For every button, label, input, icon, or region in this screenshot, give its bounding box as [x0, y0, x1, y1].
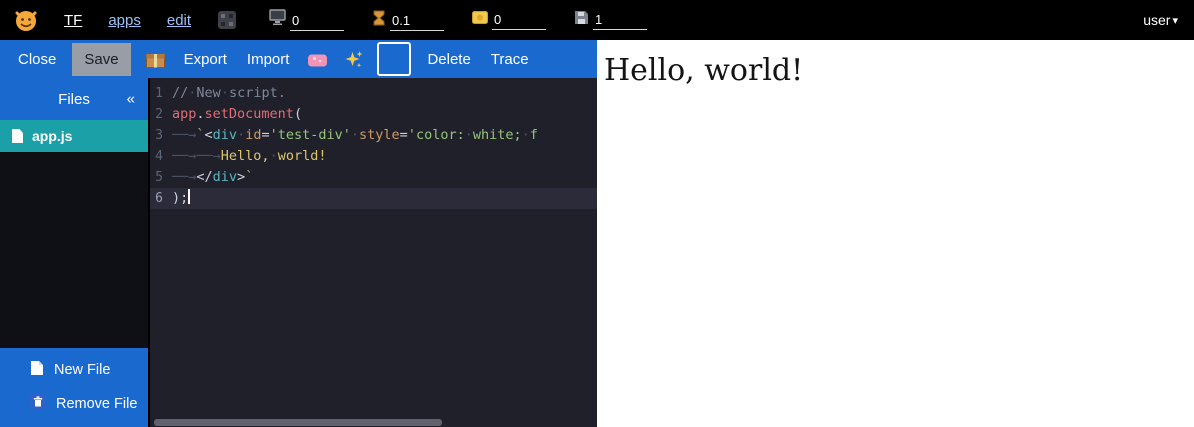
code-line[interactable]: 1//·New·script. — [150, 83, 597, 104]
output-text: Hello, world! — [597, 40, 1194, 88]
code-line[interactable]: 4──→──→Hello,·world! — [150, 146, 597, 167]
remove-file-button[interactable]: Remove File — [0, 387, 148, 421]
line-number: 3 — [150, 125, 172, 146]
code-line-text: ──→──→Hello,·world! — [172, 146, 597, 167]
caret-down-icon: ▾ — [1172, 14, 1178, 27]
topbar: TF apps edit 0 — [0, 0, 1194, 40]
files-header: Files « — [0, 78, 148, 120]
status-indicators: 0 0.1 0 — [269, 9, 647, 31]
new-file-button[interactable]: New File — [0, 353, 148, 387]
editor-pane: Close Save Export Import — [0, 40, 597, 427]
sidebar-body — [0, 152, 148, 348]
editor-lines: 1//·New·script.2app.setDocument(3──→`<di… — [150, 83, 597, 209]
code-line-text: ──→</div>` — [172, 167, 597, 188]
package-icon[interactable] — [143, 48, 168, 71]
soap-icon[interactable] — [305, 49, 330, 70]
line-number: 6 — [150, 188, 172, 209]
nav-link-apps[interactable]: apps — [108, 12, 141, 29]
code-line[interactable]: 5──→</div>` — [150, 167, 597, 188]
hourglass-icon — [372, 10, 386, 31]
line-number: 5 — [150, 167, 172, 188]
export-button[interactable]: Export — [180, 49, 231, 70]
remove-file-label: Remove File — [56, 396, 137, 412]
nav-link-edit[interactable]: edit — [167, 12, 191, 29]
delete-button[interactable]: Delete — [423, 49, 474, 70]
app-root: TF apps edit 0 — [0, 0, 1194, 427]
file-name: app.js — [32, 128, 72, 144]
save-button[interactable]: Save — [72, 43, 130, 76]
monitor-value-field[interactable]: 0 — [290, 14, 344, 31]
indicator-monitor: 0 — [269, 9, 344, 31]
new-file-label: New File — [54, 362, 110, 378]
line-number: 1 — [150, 83, 172, 104]
collapse-sidebar-button[interactable]: « — [127, 91, 135, 108]
user-menu[interactable]: user ▾ — [1143, 12, 1178, 28]
control-panel-icon[interactable] — [217, 10, 237, 30]
code-line-text: app.setDocument( — [172, 104, 597, 125]
empty-box-button[interactable] — [377, 42, 411, 76]
nav-link-tf[interactable]: TF — [64, 12, 82, 29]
scrollbar-thumb[interactable] — [154, 419, 442, 426]
money-icon — [472, 10, 488, 30]
new-file-icon — [30, 360, 44, 380]
file-item[interactable]: app.js — [0, 120, 148, 152]
code-editor[interactable]: 1//·New·script.2app.setDocument(3──→`<di… — [150, 78, 597, 427]
file-list: app.js — [0, 120, 148, 152]
money-value-field[interactable]: 0 — [492, 13, 546, 30]
code-line-text: ──→`<div·id='test-div'·style='color:·whi… — [172, 125, 597, 146]
editor-main: Files « app.js N — [0, 78, 597, 427]
trace-button[interactable]: Trace — [487, 49, 533, 70]
file-icon — [12, 129, 23, 143]
saves-value-field[interactable]: 1 — [593, 13, 647, 30]
line-number: 2 — [150, 104, 172, 125]
code-line[interactable]: 6); — [150, 188, 597, 209]
files-header-label: Files — [58, 91, 90, 108]
user-menu-label: user — [1143, 12, 1170, 28]
sparkles-icon[interactable] — [342, 48, 365, 71]
editor-toolbar: Close Save Export Import — [0, 40, 597, 78]
indicator-time: 0.1 — [372, 10, 444, 31]
files-sidebar: Files « app.js N — [0, 78, 150, 427]
code-line[interactable]: 2app.setDocument( — [150, 104, 597, 125]
output-preview: Hello, world! — [597, 40, 1194, 427]
code-line-text: //·New·script. — [172, 83, 597, 104]
code-line-text: ); — [172, 188, 597, 209]
indicator-money: 0 — [472, 10, 546, 30]
text-cursor — [188, 189, 190, 204]
remove-file-icon — [30, 394, 46, 414]
sidebar-actions: New File Remove File — [0, 348, 148, 427]
workspace: Close Save Export Import — [0, 40, 1194, 427]
floppy-disk-icon — [574, 10, 589, 30]
code-line[interactable]: 3──→`<div·id='test-div'·style='color:·wh… — [150, 125, 597, 146]
indicator-saves: 1 — [574, 10, 647, 30]
smiley-devil-icon[interactable] — [14, 8, 38, 32]
import-button[interactable]: Import — [243, 49, 294, 70]
horizontal-scrollbar[interactable] — [152, 418, 595, 427]
monitor-icon — [269, 9, 286, 31]
close-button[interactable]: Close — [14, 49, 60, 70]
line-number: 4 — [150, 146, 172, 167]
time-value-field[interactable]: 0.1 — [390, 14, 444, 31]
